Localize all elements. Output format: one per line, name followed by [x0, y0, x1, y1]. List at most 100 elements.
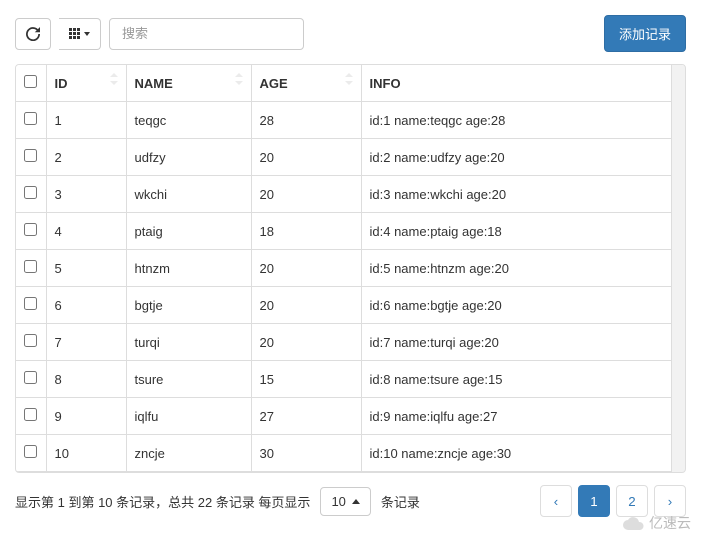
cell-id: 1: [46, 102, 126, 139]
cell-info: id:3 name:wkchi age:20: [361, 176, 685, 213]
cell-name: bgtje: [126, 287, 251, 324]
cell-info: id:2 name:udfzy age:20: [361, 139, 685, 176]
column-name[interactable]: NAME: [126, 65, 251, 102]
caret-up-icon: [352, 499, 360, 504]
cell-age: 20: [251, 250, 361, 287]
table-row: 7turqi20id:7 name:turqi age:20: [16, 324, 685, 361]
cell-info: id:5 name:htnzm age:20: [361, 250, 685, 287]
cell-age: 20: [251, 176, 361, 213]
row-select-cell: [16, 435, 46, 472]
cell-id: 8: [46, 361, 126, 398]
toolbar: 添加记录: [15, 15, 686, 52]
summary-text-post: 条记录: [381, 492, 420, 511]
data-table: ID NAME AGE INFO 1teqgc28id:1 name:teqgc…: [16, 65, 685, 472]
row-select-cell: [16, 287, 46, 324]
page-next[interactable]: ›: [654, 485, 686, 517]
cell-name: turqi: [126, 324, 251, 361]
cell-age: 20: [251, 139, 361, 176]
cloud-icon: [623, 516, 645, 530]
row-checkbox[interactable]: [24, 371, 37, 384]
cell-id: 9: [46, 398, 126, 435]
page-1[interactable]: 1: [578, 485, 610, 517]
cell-age: 20: [251, 287, 361, 324]
cell-name: udfzy: [126, 139, 251, 176]
row-checkbox[interactable]: [24, 149, 37, 162]
cell-id: 5: [46, 250, 126, 287]
cell-id: 3: [46, 176, 126, 213]
cell-name: wkchi: [126, 176, 251, 213]
page-size-select[interactable]: 10: [320, 487, 370, 516]
cell-info: id:9 name:iqlfu age:27: [361, 398, 685, 435]
table-row: 6bgtje20id:6 name:bgtje age:20: [16, 287, 685, 324]
cell-age: 30: [251, 435, 361, 472]
page-size-value: 10: [331, 494, 345, 509]
table-row: 5htnzm20id:5 name:htnzm age:20: [16, 250, 685, 287]
table-container: ID NAME AGE INFO 1teqgc28id:1 name:teqgc…: [15, 64, 686, 473]
row-checkbox[interactable]: [24, 223, 37, 236]
table-row: 8tsure15id:8 name:tsure age:15: [16, 361, 685, 398]
view-toggle-group: [59, 18, 101, 50]
table-row: 2udfzy20id:2 name:udfzy age:20: [16, 139, 685, 176]
table-row: 1teqgc28id:1 name:teqgc age:28: [16, 102, 685, 139]
cell-info: id:7 name:turqi age:20: [361, 324, 685, 361]
table-row: 10zncje30id:10 name:zncje age:30: [16, 435, 685, 472]
refresh-button[interactable]: [15, 18, 51, 50]
cell-age: 28: [251, 102, 361, 139]
row-select-cell: [16, 250, 46, 287]
select-all-checkbox[interactable]: [24, 75, 37, 88]
cell-name: ptaig: [126, 213, 251, 250]
cell-info: id:1 name:teqgc age:28: [361, 102, 685, 139]
row-checkbox[interactable]: [24, 408, 37, 421]
row-select-cell: [16, 213, 46, 250]
table-row: 4ptaig18id:4 name:ptaig age:18: [16, 213, 685, 250]
row-select-cell: [16, 102, 46, 139]
grid-view-button[interactable]: [59, 18, 101, 50]
cell-name: zncje: [126, 435, 251, 472]
table-header-row: ID NAME AGE INFO: [16, 65, 685, 102]
row-checkbox[interactable]: [24, 260, 37, 273]
search-input[interactable]: [109, 18, 304, 50]
cell-age: 20: [251, 324, 361, 361]
table-row: 9iqlfu27id:9 name:iqlfu age:27: [16, 398, 685, 435]
toolbar-left: [15, 18, 304, 50]
cell-info: id:6 name:bgtje age:20: [361, 287, 685, 324]
cell-age: 15: [251, 361, 361, 398]
refresh-icon: [26, 27, 40, 41]
row-select-cell: [16, 139, 46, 176]
row-checkbox[interactable]: [24, 112, 37, 125]
page-2[interactable]: 2: [616, 485, 648, 517]
cell-id: 7: [46, 324, 126, 361]
cell-name: htnzm: [126, 250, 251, 287]
summary-text-pre: 显示第 1 到第 10 条记录，总共 22 条记录 每页显示: [15, 492, 310, 511]
row-checkbox[interactable]: [24, 186, 37, 199]
cell-name: iqlfu: [126, 398, 251, 435]
column-id[interactable]: ID: [46, 65, 126, 102]
cell-age: 27: [251, 398, 361, 435]
cell-id: 2: [46, 139, 126, 176]
table-footer: 显示第 1 到第 10 条记录，总共 22 条记录 每页显示 10 条记录 ‹ …: [15, 485, 686, 517]
column-info[interactable]: INFO: [361, 65, 685, 102]
row-checkbox[interactable]: [24, 445, 37, 458]
table-row: 3wkchi20id:3 name:wkchi age:20: [16, 176, 685, 213]
cell-info: id:8 name:tsure age:15: [361, 361, 685, 398]
row-select-cell: [16, 324, 46, 361]
row-select-cell: [16, 398, 46, 435]
scrollbar[interactable]: [671, 65, 685, 472]
row-checkbox[interactable]: [24, 297, 37, 310]
cell-age: 18: [251, 213, 361, 250]
add-record-button[interactable]: 添加记录: [604, 15, 686, 52]
page-prev[interactable]: ‹: [540, 485, 572, 517]
cell-info: id:10 name:zncje age:30: [361, 435, 685, 472]
cell-id: 10: [46, 435, 126, 472]
row-checkbox[interactable]: [24, 334, 37, 347]
cell-name: teqgc: [126, 102, 251, 139]
footer-summary: 显示第 1 到第 10 条记录，总共 22 条记录 每页显示 10 条记录: [15, 487, 420, 516]
row-select-cell: [16, 361, 46, 398]
cell-name: tsure: [126, 361, 251, 398]
cell-id: 4: [46, 213, 126, 250]
select-all-header: [16, 65, 46, 102]
cell-id: 6: [46, 287, 126, 324]
chevron-down-icon: [84, 32, 90, 36]
column-age[interactable]: AGE: [251, 65, 361, 102]
row-select-cell: [16, 176, 46, 213]
